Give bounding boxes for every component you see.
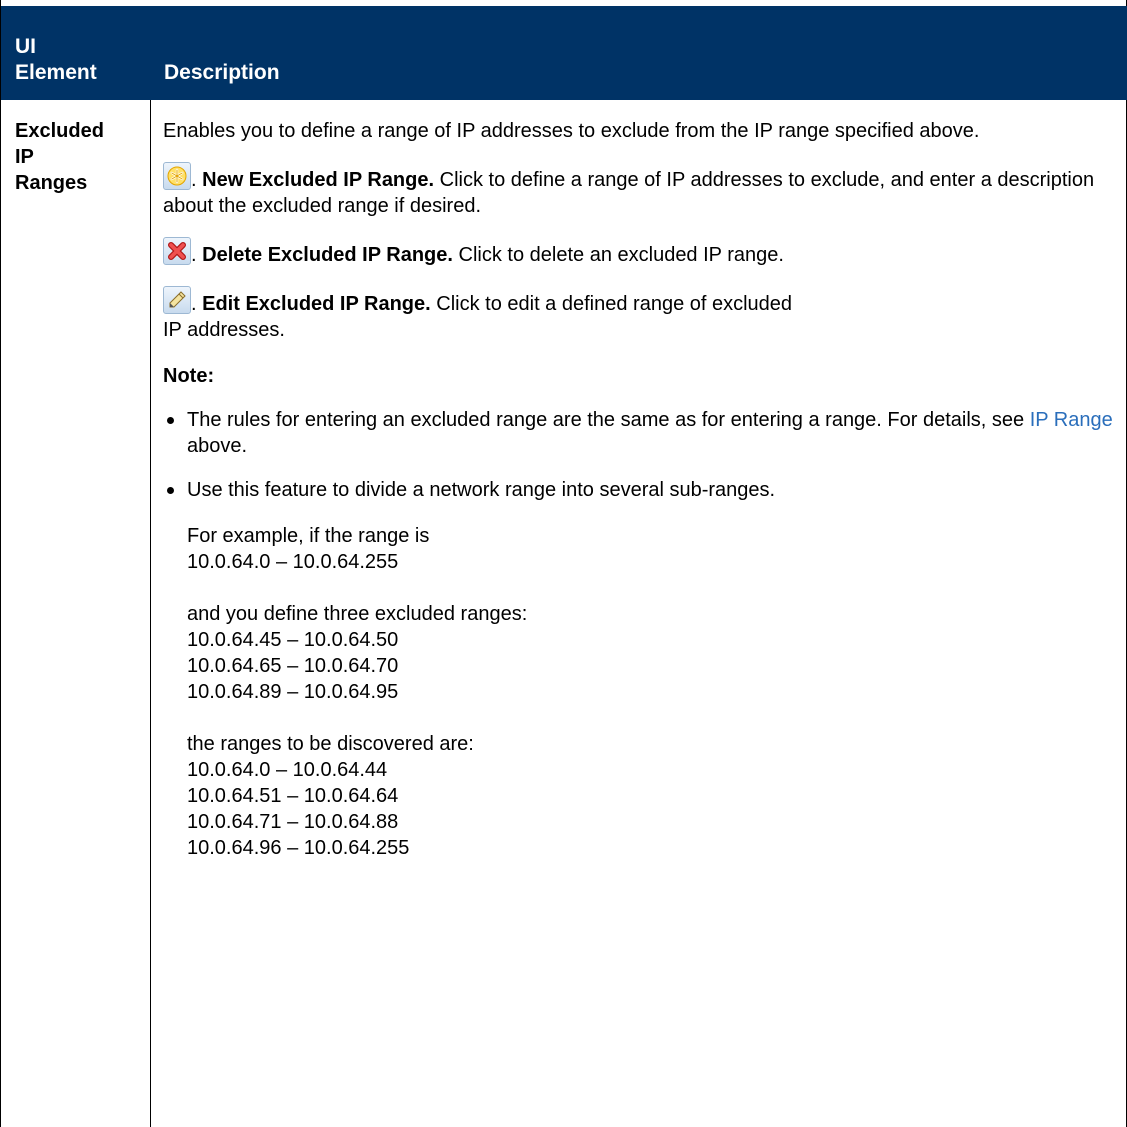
- header-ui-element: UI Element: [15, 34, 145, 86]
- action-delete-dot: .: [191, 244, 203, 266]
- element-name-line2: IP: [15, 146, 34, 168]
- discovered-range-item: 10.0.64.96 – 10.0.64.255: [187, 837, 410, 859]
- column-divider: [150, 100, 151, 1127]
- bullet-dot: [167, 417, 174, 424]
- example-discovered-intro: the ranges to be discovered are:: [187, 733, 474, 755]
- action-edit-title: Edit Excluded IP Range.: [202, 293, 431, 315]
- excluded-range-item: 10.0.64.65 – 10.0.64.70: [187, 655, 399, 677]
- description-cell: Enables you to define a range of IP addr…: [163, 118, 1113, 861]
- edit-pencil-icon: [163, 286, 191, 314]
- discovered-range-item: 10.0.64.51 – 10.0.64.64: [187, 785, 399, 807]
- discovered-range-item: 10.0.64.71 – 10.0.64.88: [187, 811, 399, 833]
- ip-range-link[interactable]: IP Range: [1030, 409, 1113, 431]
- intro-text: Enables you to define a range of IP addr…: [163, 120, 980, 142]
- action-delete: . Delete Excluded IP Range. Click to del…: [163, 237, 1108, 268]
- action-new-title: New Excluded IP Range.: [202, 169, 435, 191]
- action-edit-text-line1: Click to edit a defined range of exclude…: [430, 293, 793, 315]
- excluded-range-item: 10.0.64.45 – 10.0.64.50: [187, 629, 399, 651]
- table-header: UI Element Description: [1, 6, 1127, 100]
- note-bullet-rules: The rules for entering an excluded range…: [163, 407, 1117, 459]
- example-discovered-para: the ranges to be discovered are: 10.0.64…: [187, 731, 1113, 861]
- action-edit: . Edit Excluded IP Range. Click to edit …: [163, 286, 1108, 343]
- action-new: . New Excluded IP Range. Click to define…: [163, 162, 1108, 219]
- new-asterisk-icon: [163, 162, 191, 190]
- note-bullet-subranges: Use this feature to divide a network ran…: [163, 477, 1117, 503]
- element-name-line3: Ranges: [15, 172, 88, 194]
- element-name-cell: Excluded IP Ranges: [15, 118, 145, 196]
- excluded-range-item: 10.0.64.89 – 10.0.64.95: [187, 681, 399, 703]
- action-delete-title: Delete Excluded IP Range.: [202, 244, 453, 266]
- example-excluded-para: and you define three excluded ranges: 10…: [187, 601, 1113, 705]
- action-edit-text-line2: IP addresses.: [163, 319, 285, 341]
- bullet-subranges-text: Use this feature to divide a network ran…: [187, 479, 776, 501]
- ui-elements-table: UI Element Description Excluded IP Range…: [0, 0, 1127, 1127]
- example-range-value: 10.0.64.0 – 10.0.64.255: [187, 551, 399, 573]
- example-range-intro: For example, if the range is: [187, 525, 430, 547]
- note-label: Note:: [163, 365, 215, 387]
- header-description: Description: [164, 61, 280, 84]
- element-name-line1: Excluded: [15, 120, 104, 142]
- bullet-dot: [167, 487, 174, 494]
- action-edit-dot: .: [191, 293, 203, 315]
- example-excluded-intro: and you define three excluded ranges:: [187, 603, 528, 625]
- delete-x-icon: [163, 237, 191, 265]
- discovered-range-item: 10.0.64.0 – 10.0.64.44: [187, 759, 388, 781]
- bullet-rules-after: above.: [187, 435, 248, 457]
- action-new-dot: .: [191, 169, 203, 191]
- example-block: For example, if the range is 10.0.64.0 –…: [187, 523, 1113, 861]
- bullet-rules-text: The rules for entering an excluded range…: [187, 409, 1030, 431]
- action-delete-text: Click to delete an excluded IP range.: [452, 244, 784, 266]
- header-ui-element-line1: UI: [15, 35, 36, 58]
- example-range-para: For example, if the range is 10.0.64.0 –…: [187, 523, 1113, 575]
- header-ui-element-line2: Element: [15, 61, 97, 84]
